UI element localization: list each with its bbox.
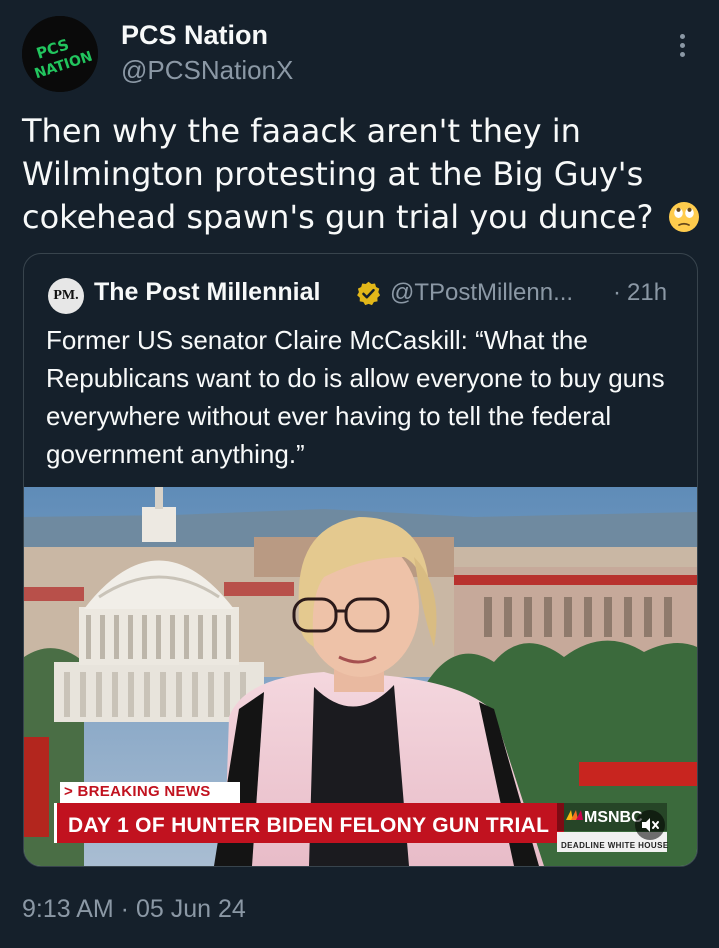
more-dot-icon — [679, 34, 685, 39]
quoted-tweet-video[interactable]: > BREAKING NEWS DAY 1 OF HUNTER BIDEN FE… — [24, 487, 697, 866]
separator-dot: · — [613, 279, 621, 306]
quoted-author-avatar[interactable]: PM. — [48, 278, 84, 314]
mute-toggle-button[interactable] — [635, 810, 665, 840]
more-dot-icon — [679, 52, 685, 57]
more-dot-icon — [679, 43, 685, 48]
speaker-muted-icon — [642, 818, 659, 832]
verified-badge-icon — [357, 281, 381, 306]
quoted-tweet-card[interactable]: PM. The Post Millennial @TPostMillenn...… — [23, 253, 698, 867]
tweet-detail-page: PCS NATION PCS Nation @PCSNationX Then w… — [0, 0, 719, 948]
news-headline: DAY 1 OF HUNTER BIDEN FELONY GUN TRIAL — [68, 814, 550, 837]
face-with-rolling-eyes-icon — [668, 202, 699, 232]
quoted-author-name[interactable]: The Post Millennial — [94, 278, 320, 307]
network-logo-text: MSNBC — [584, 809, 643, 826]
more-options-button[interactable] — [670, 30, 694, 64]
tweet-text-content: Then why the faaack aren't they in Wilmi… — [22, 112, 654, 236]
tweet-timestamp[interactable]: 9:13 AM · 05 Jun 24 — [22, 895, 246, 924]
author-display-name[interactable]: PCS Nation — [121, 20, 268, 51]
breaking-news-label: > BREAKING NEWS — [64, 783, 211, 800]
show-name: DEADLINE WHITE HOUSE — [561, 841, 669, 850]
author-avatar[interactable]: PCS NATION — [22, 16, 98, 92]
quoted-author-handle[interactable]: @TPostMillenn... — [390, 279, 573, 307]
quoted-tweet-text: Former US senator Claire McCaskill: “Wha… — [46, 325, 665, 469]
quoted-tweet-time[interactable]: 21h — [627, 279, 667, 307]
author-handle[interactable]: @PCSNationX — [121, 55, 293, 86]
tweet-text: Then why the faaack aren't they in Wilmi… — [22, 110, 702, 239]
